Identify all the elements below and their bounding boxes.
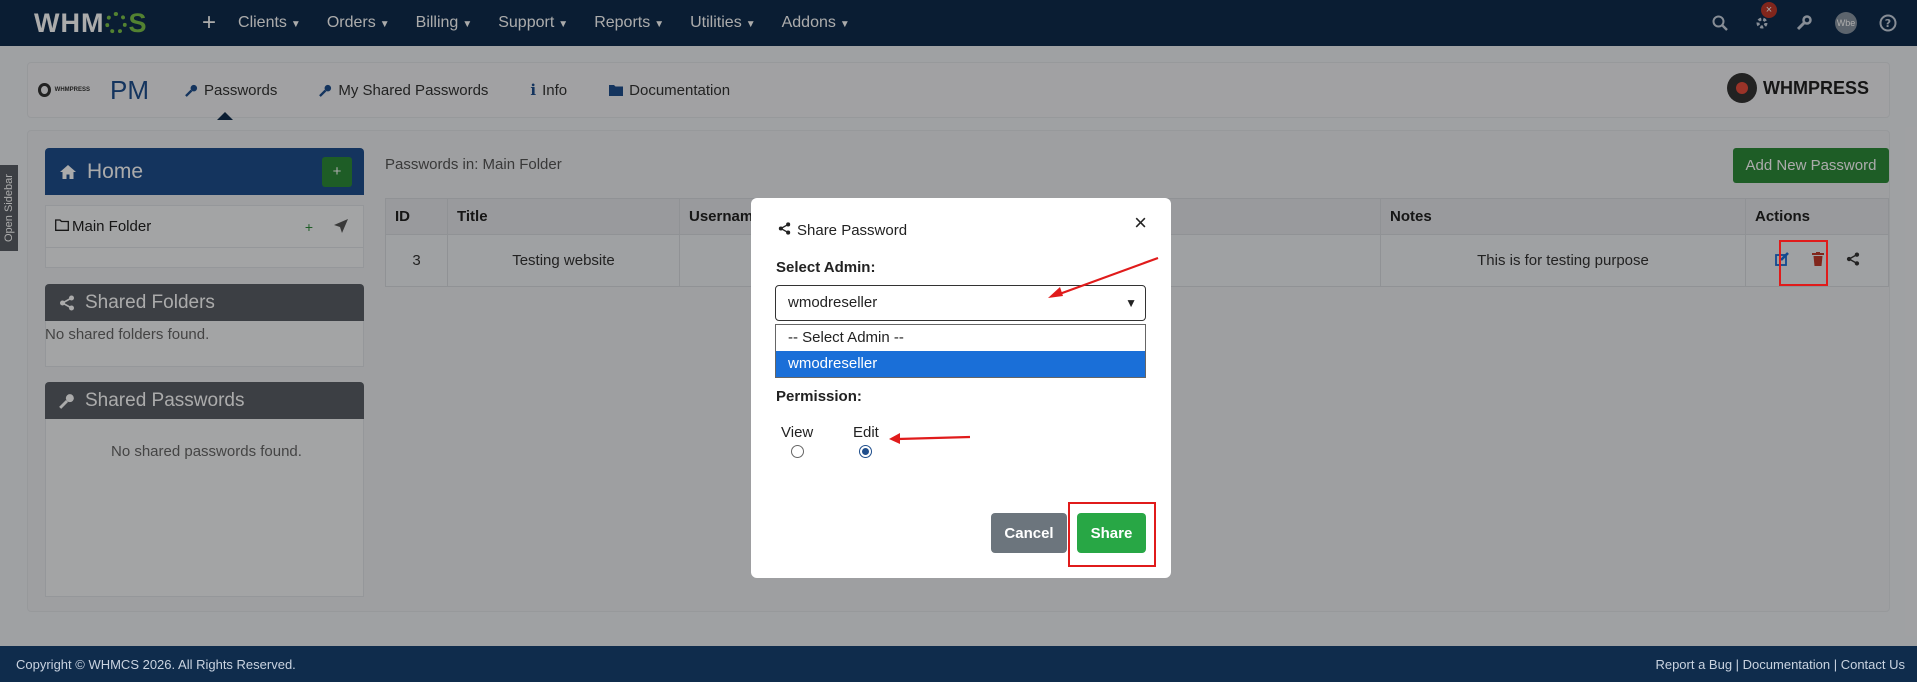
annotation-arrow-select — [1048, 256, 1159, 298]
permission-edit[interactable]: Edit — [853, 424, 879, 458]
annotation-arrow-edit — [889, 433, 971, 444]
permission-label: Permission: — [776, 388, 862, 405]
close-icon[interactable]: × — [1134, 212, 1147, 234]
footer: Copyright © WHMCS 2026. All Rights Reser… — [0, 646, 1917, 682]
share-button-highlight — [1068, 502, 1156, 567]
view-radio[interactable] — [790, 445, 804, 458]
permission-view[interactable]: View — [781, 424, 813, 458]
select-admin-options: -- Select Admin -- wmodreseller — [775, 324, 1146, 378]
option-wmodreseller[interactable]: wmodreseller — [776, 351, 1145, 377]
edit-radio[interactable] — [859, 445, 873, 458]
select-admin-label: Select Admin: — [776, 259, 876, 276]
modal-title: Share Password — [778, 222, 907, 239]
footer-links[interactable]: Report a Bug | Documentation | Contact U… — [1655, 657, 1905, 672]
copyright-text: Copyright © WHMCS 2026. All Rights Reser… — [16, 656, 296, 672]
option-select-admin[interactable]: -- Select Admin -- — [776, 325, 1145, 351]
share-icon — [778, 222, 791, 239]
share-action-highlight — [1779, 240, 1828, 286]
cancel-button[interactable]: Cancel — [991, 513, 1067, 553]
